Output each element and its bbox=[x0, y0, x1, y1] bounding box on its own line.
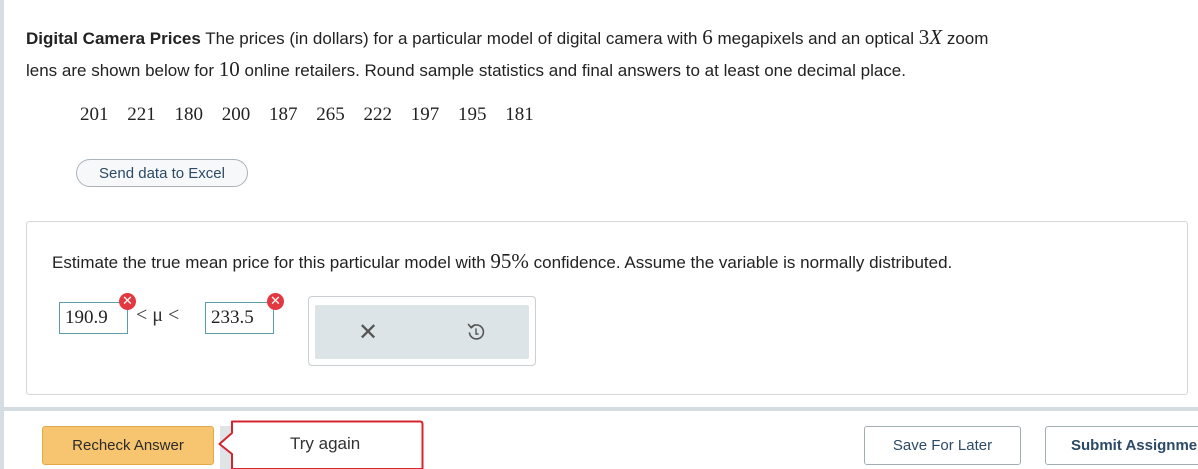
left-edge-bar bbox=[0, 0, 4, 469]
save-for-later-button[interactable]: Save For Later bbox=[864, 426, 1021, 465]
problem-text-4: lens are shown below for bbox=[26, 61, 215, 80]
data-value: 187 bbox=[269, 104, 298, 125]
question-panel bbox=[26, 221, 1188, 395]
zoom-variable: X bbox=[929, 25, 943, 49]
data-value: 180 bbox=[174, 104, 204, 125]
lower-bound-input[interactable]: 190.9 bbox=[59, 302, 128, 334]
data-value: 222 bbox=[363, 104, 393, 125]
problem-text-2: megapixels and an optical bbox=[717, 29, 915, 48]
upper-bound-input[interactable]: 233.5 bbox=[205, 302, 274, 334]
undo-icon[interactable] bbox=[465, 321, 487, 343]
problem-text-3: zoom bbox=[946, 29, 989, 48]
megapixels-value: 6 bbox=[702, 25, 713, 49]
problem-text-1: The prices (in dollars) for a particular… bbox=[205, 29, 698, 48]
problem-text-5: online retailers. Round sample statistic… bbox=[244, 61, 906, 80]
question-prompt: Estimate the true mean price for this pa… bbox=[52, 249, 952, 274]
lower-bound-error-icon: ✕ bbox=[119, 293, 136, 310]
data-value: 221 bbox=[127, 104, 156, 125]
data-value: 195 bbox=[458, 104, 487, 125]
retailers-count: 10 bbox=[218, 57, 240, 81]
data-values-row: 201 221 180 200 187 265 222 197 195 181 bbox=[80, 104, 548, 126]
data-value: 197 bbox=[410, 104, 440, 125]
question-text-2: confidence. Assume the variable is norma… bbox=[533, 253, 953, 272]
problem-title: Digital Camera Prices bbox=[26, 29, 201, 48]
footer-divider bbox=[0, 407, 1198, 411]
upper-bound-error-icon: ✕ bbox=[267, 293, 284, 310]
data-value: 200 bbox=[221, 104, 251, 125]
submit-assignment-button[interactable]: Submit Assignme bbox=[1045, 426, 1198, 465]
data-value: 201 bbox=[80, 104, 109, 125]
confidence-level: 95% bbox=[490, 249, 529, 273]
recheck-answer-button[interactable]: Recheck Answer bbox=[42, 426, 214, 465]
clear-icon[interactable]: ✕ bbox=[356, 318, 380, 346]
data-value: 265 bbox=[316, 104, 345, 125]
question-text-1: Estimate the true mean price for this pa… bbox=[52, 253, 486, 272]
interval-mu-symbol: < μ < bbox=[136, 304, 180, 326]
answer-toolbar-inner bbox=[315, 305, 529, 359]
problem-statement: Digital Camera Prices The prices (in dol… bbox=[26, 22, 1186, 86]
zoom-number: 3 bbox=[918, 25, 930, 49]
send-to-excel-button[interactable]: Send data to Excel bbox=[76, 159, 248, 187]
feedback-message: Try again bbox=[290, 434, 361, 453]
data-value: 181 bbox=[505, 104, 534, 125]
